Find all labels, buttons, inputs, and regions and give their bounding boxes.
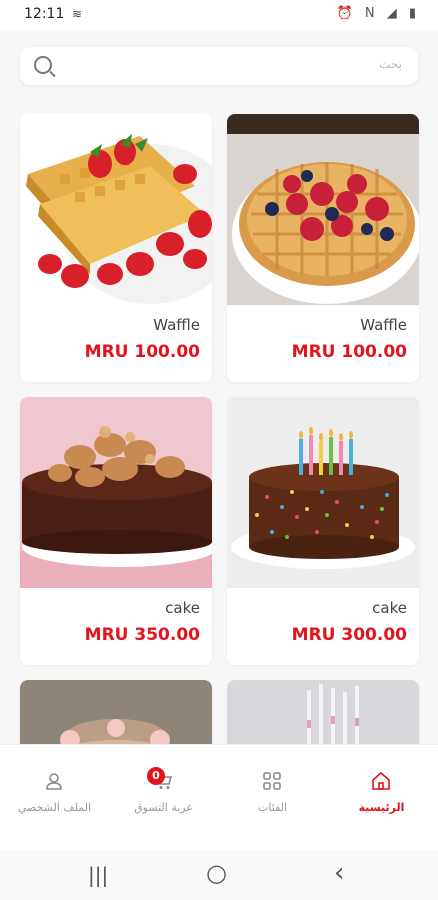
- product-card-5[interactable]: [20, 680, 212, 748]
- product-price: MRU 100.00: [291, 342, 407, 362]
- product-price: MRU 350.00: [84, 625, 200, 645]
- product-name: cake: [165, 599, 200, 617]
- nav-categories-label: الفئات: [258, 801, 287, 814]
- nav-home-label: الرئيسية: [358, 801, 405, 814]
- home-icon: [372, 771, 390, 790]
- product-image[interactable]: [20, 397, 212, 588]
- nav-cart[interactable]: 0 عربة التسوق: [109, 745, 218, 851]
- search-bar[interactable]: بحث: [20, 47, 418, 85]
- product-name: cake: [372, 599, 407, 617]
- product-name: Waffle: [360, 316, 407, 334]
- product-name: Waffle: [153, 316, 200, 334]
- product-image[interactable]: [227, 680, 419, 748]
- search-icon[interactable]: [34, 56, 52, 74]
- product-image[interactable]: [20, 680, 212, 748]
- nav-profile-label: الملف الشخصي: [17, 801, 92, 814]
- bottom-nav: الملف الشخصي 0 عربة التسوق الفئات الرئيس…: [0, 744, 438, 851]
- home-button[interactable]: ○: [206, 859, 227, 887]
- nav-profile[interactable]: الملف الشخصي: [0, 745, 109, 851]
- nav-home[interactable]: الرئيسية: [327, 745, 436, 851]
- status-bar: 12:11 ≋ ⏰ N ◢ ▮: [0, 0, 438, 30]
- product-card-waffle-2[interactable]: Waffle MRU 100.00: [227, 114, 419, 382]
- grid-icon: [263, 772, 281, 790]
- product-card-6[interactable]: [227, 680, 419, 748]
- back-button[interactable]: ‹: [334, 858, 344, 888]
- nav-cart-label: عربة التسوق: [134, 801, 193, 814]
- system-nav-bar: ||| ○ ‹: [0, 850, 438, 900]
- product-card-cake-1[interactable]: cake MRU 350.00: [20, 397, 212, 665]
- product-image[interactable]: [227, 397, 419, 588]
- recent-apps-button[interactable]: |||: [88, 863, 108, 887]
- product-card-waffle-1[interactable]: Waffle MRU 100.00: [20, 114, 212, 382]
- product-grid: Waffle MRU 100.00 Waffle MRU 100.00 cake…: [0, 108, 438, 748]
- product-image[interactable]: [227, 114, 419, 305]
- user-icon: [46, 773, 62, 790]
- cart-count-badge: 0: [147, 767, 165, 785]
- status-icons: ⏰ N ◢ ▮: [336, 6, 420, 21]
- product-card-cake-2[interactable]: cake MRU 300.00: [227, 397, 419, 665]
- wifi-icon: ≋: [72, 7, 83, 21]
- product-price: MRU 100.00: [84, 342, 200, 362]
- product-price: MRU 300.00: [291, 625, 407, 645]
- nav-categories[interactable]: الفئات: [218, 745, 327, 851]
- status-time: 12:11: [24, 6, 65, 22]
- search-placeholder: بحث: [379, 57, 402, 71]
- product-image[interactable]: [20, 114, 212, 305]
